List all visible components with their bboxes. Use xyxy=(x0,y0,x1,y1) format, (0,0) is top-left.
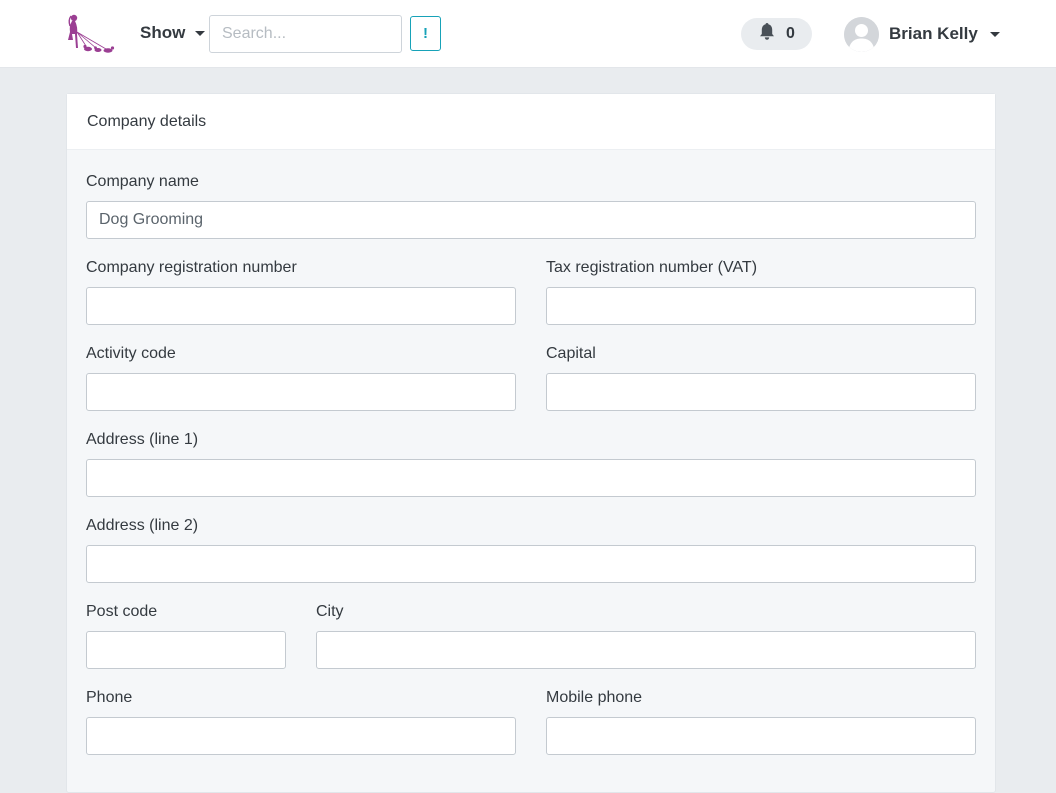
caret-down-icon xyxy=(195,30,206,36)
activity-code-label: Activity code xyxy=(86,345,176,362)
user-dropdown[interactable]: Brian Kelly xyxy=(844,16,1000,52)
post-code-input[interactable] xyxy=(86,631,286,669)
city-label: City xyxy=(316,603,344,620)
capital-label: Capital xyxy=(546,345,596,362)
show-dropdown-label: Show xyxy=(140,23,186,42)
mobile-phone-label: Mobile phone xyxy=(546,689,643,706)
show-dropdown[interactable]: Show xyxy=(140,22,206,44)
top-navbar: Show ! 0 Brian Kelly xyxy=(0,0,1056,68)
notification-count: 0 xyxy=(786,25,795,42)
company-name-label: Company name xyxy=(86,173,199,190)
search-input[interactable] xyxy=(209,15,402,53)
capital-input[interactable] xyxy=(546,373,976,411)
company-name-input[interactable] xyxy=(86,201,976,239)
user-name: Brian Kelly xyxy=(889,24,978,43)
caret-down-icon xyxy=(989,31,1000,37)
company-details-card: Company details Company name Company reg… xyxy=(66,93,996,793)
post-code-label: Post code xyxy=(86,603,158,620)
address-line2-input[interactable] xyxy=(86,545,976,583)
phone-input[interactable] xyxy=(86,717,516,755)
tax-registration-number-label: Tax registration number (VAT) xyxy=(546,259,758,276)
activity-code-input[interactable] xyxy=(86,373,516,411)
city-input[interactable] xyxy=(316,631,976,669)
user-avatar-icon xyxy=(844,16,879,52)
tax-registration-number-input[interactable] xyxy=(546,287,976,325)
address-line1-input[interactable] xyxy=(86,459,976,497)
card-title: Company details xyxy=(87,112,207,130)
notifications-button[interactable]: 0 xyxy=(741,18,812,50)
address-line2-label: Address (line 2) xyxy=(86,517,199,534)
address-line1-label: Address (line 1) xyxy=(86,431,199,448)
phone-label: Phone xyxy=(86,689,133,706)
mobile-phone-input[interactable] xyxy=(546,717,976,755)
company-registration-number-input[interactable] xyxy=(86,287,516,325)
alert-button[interactable]: ! xyxy=(410,16,441,51)
company-registration-number-label: Company registration number xyxy=(86,259,297,276)
bell-icon xyxy=(758,22,776,46)
card-header: Company details xyxy=(67,94,995,150)
dog-walker-logo-icon[interactable] xyxy=(64,12,116,56)
